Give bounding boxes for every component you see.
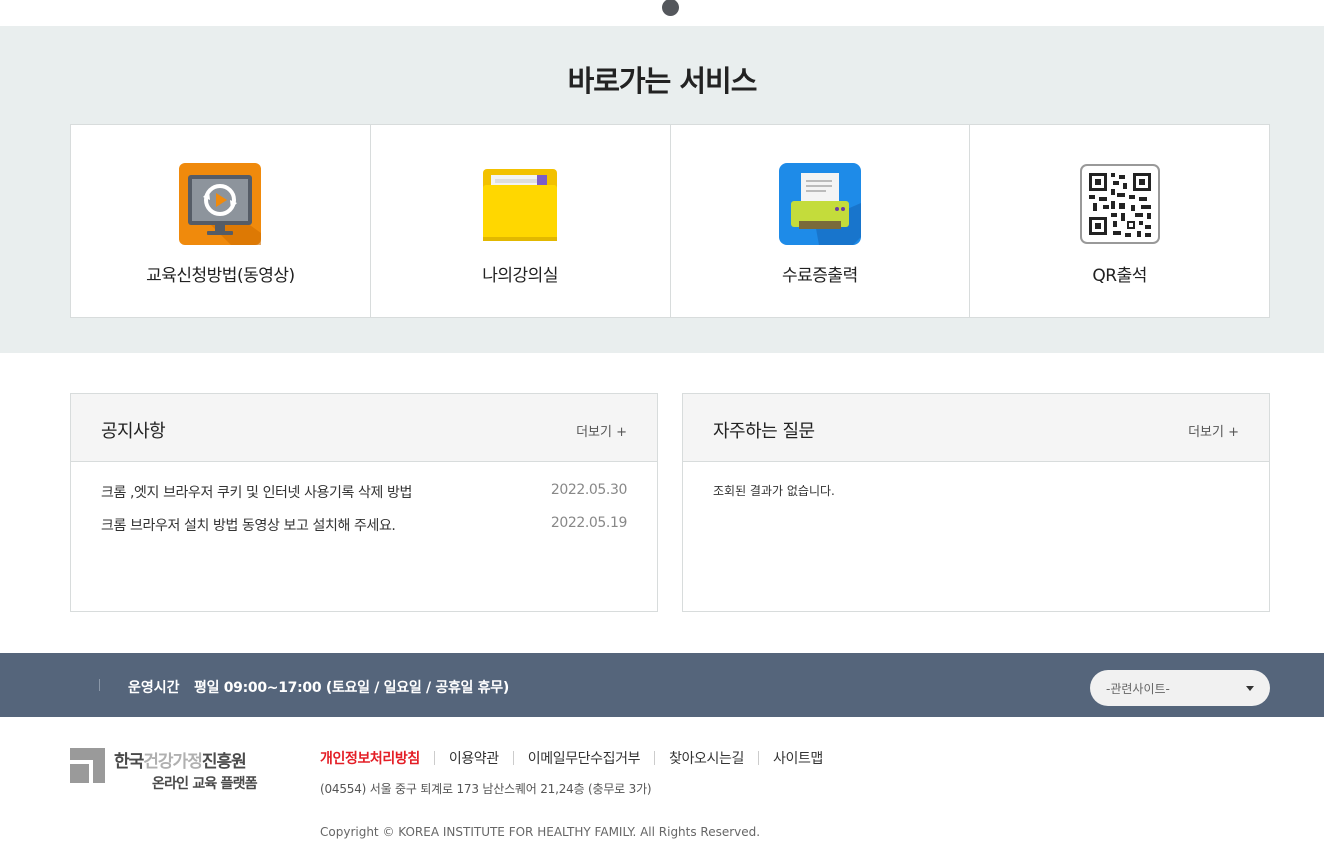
list-item[interactable]: 크롬 브라우저 설치 방법 동영상 보고 설치해 주세요. 2022.05.19 (101, 515, 627, 537)
logo-mark-icon (70, 748, 105, 783)
quick-item-label: 교육신청방법(동영상) (146, 266, 295, 286)
quick-service-grid: 교육신청방법(동영상) 나의강의실 수료증출력 QR출석 (70, 124, 1270, 318)
footer-logo: 한국건강가정진흥원 온라인 교육 플랫폼 (70, 747, 270, 797)
sitemap-link[interactable]: 사이트맵 (773, 748, 823, 768)
divider (654, 751, 656, 765)
quick-item-video-guide[interactable]: 교육신청방법(동영상) (71, 125, 371, 317)
chevron-down-icon (1246, 686, 1254, 691)
qr-code-icon (1079, 164, 1160, 244)
notice-item-date: 2022.05.30 (550, 482, 628, 498)
email-refusal-link[interactable]: 이메일무단수집거부 (528, 748, 641, 768)
directions-link[interactable]: 찾아오시는길 (669, 748, 744, 768)
divider (512, 751, 514, 765)
list-item[interactable]: 크롬 ,엣지 브라우저 쿠키 및 인터넷 사용기록 삭제 방법 2022.05.… (101, 482, 627, 504)
quick-item-my-classroom[interactable]: 나의강의실 (371, 125, 671, 317)
faq-more-link[interactable]: 더보기 + (1188, 421, 1239, 440)
notice-board: 공지사항 더보기 + 크롬 ,엣지 브라우저 쿠키 및 인터넷 사용기록 삭제 … (70, 393, 658, 612)
carousel-indicator-dot[interactable] (662, 0, 679, 16)
faq-header: 자주하는 질문 더보기 + (683, 394, 1269, 462)
logo-name: 한국건강가정진흥원 (114, 752, 247, 772)
footer-copyright: Copyright © KOREA INSTITUTE FOR HEALTHY … (320, 825, 761, 839)
faq-empty-message: 조회된 결과가 없습니다. (713, 484, 835, 498)
privacy-policy-link[interactable]: 개인정보처리방침 (320, 748, 420, 768)
printer-icon (778, 163, 861, 245)
folder-icon (483, 169, 558, 241)
notice-title: 공지사항 (101, 421, 166, 442)
footer-address: (04554) 서울 중구 퇴계로 173 남산스퀘어 21,24층 (충무로 … (320, 782, 652, 796)
quick-service-title: 바로가는 서비스 (567, 64, 758, 98)
quick-item-label: 수료증출력 (782, 266, 858, 286)
notice-more-link[interactable]: 더보기 + (576, 421, 627, 440)
faq-board: 자주하는 질문 더보기 + 조회된 결과가 없습니다. (682, 393, 1270, 612)
faq-title: 자주하는 질문 (713, 421, 815, 442)
notice-item-date: 2022.05.19 (550, 515, 628, 531)
quick-service-section: 바로가는 서비스 교육신청방법(동영상) 나의강의실 수료증출력 QR출석 (0, 26, 1324, 353)
related-sites-value: -관련사이트- (1106, 682, 1170, 696)
quick-item-label: 나의강의실 (482, 266, 558, 286)
quick-item-certificate-print[interactable]: 수료증출력 (671, 125, 971, 317)
quick-item-label: QR출석 (1092, 266, 1147, 286)
operating-hours-label: 운영시간 (128, 680, 180, 696)
video-monitor-icon (179, 163, 262, 245)
divider (433, 751, 435, 765)
related-sites-select[interactable]: -관련사이트- (1090, 670, 1270, 706)
footer-info-bar: 운영시간 평일 09:00~17:00 (토요일 / 일요일 / 공휴일 휴무)… (0, 653, 1324, 717)
notice-item-title[interactable]: 크롬 ,엣지 브라우저 쿠키 및 인터넷 사용기록 삭제 방법 (101, 482, 412, 502)
quick-item-qr-attendance[interactable]: QR출석 (970, 125, 1269, 317)
terms-link[interactable]: 이용약관 (449, 748, 499, 768)
footer-links: 개인정보처리방침 이용약관 이메일무단수집거부 찾아오시는길 사이트맵 (320, 748, 823, 768)
divider (99, 679, 100, 691)
operating-hours-value: 평일 09:00~17:00 (토요일 / 일요일 / 공휴일 휴무) (194, 680, 509, 696)
notice-item-title[interactable]: 크롬 브라우저 설치 방법 동영상 보고 설치해 주세요. (101, 515, 396, 535)
notice-header: 공지사항 더보기 + (71, 394, 657, 462)
logo-subtitle: 온라인 교육 플랫폼 (152, 776, 258, 792)
divider (757, 751, 759, 765)
